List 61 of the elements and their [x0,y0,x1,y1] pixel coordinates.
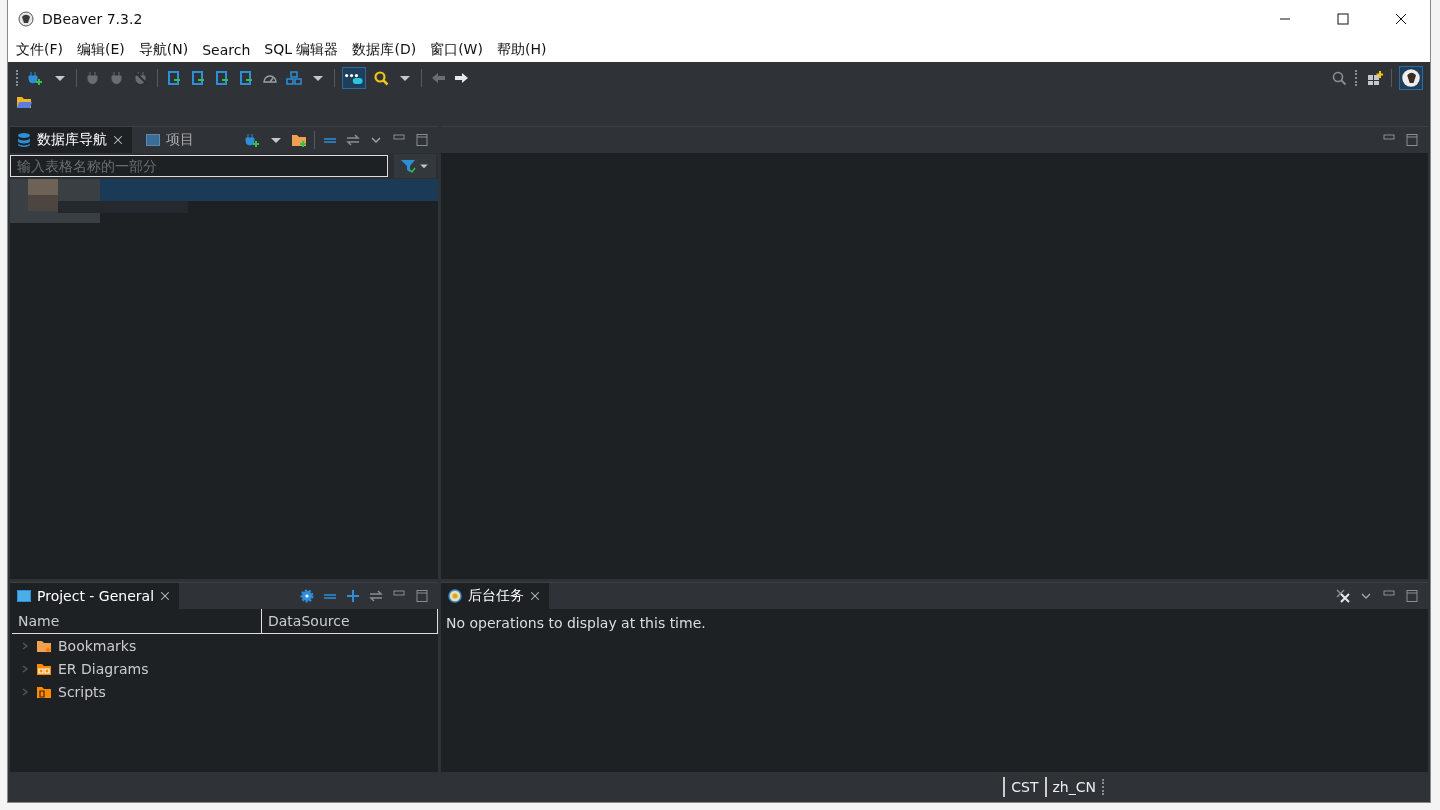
plug-icon[interactable] [85,70,101,86]
panel-tab[interactable]: 数据库导航 [10,127,132,153]
tree-item[interactable]: Bookmarks [58,637,137,654]
forward-arrow-icon[interactable] [454,70,470,86]
maximize-icon [1337,13,1349,25]
document-icon[interactable] [214,70,230,86]
status-item: CST [1003,777,1045,797]
window-icon [145,132,161,148]
menu-item[interactable]: SQL 编辑器 [264,41,339,59]
clear-icon[interactable] [1335,588,1351,604]
tasks-icon [447,588,463,604]
menu-item[interactable]: 窗口(W) [430,41,483,59]
panel-tab[interactable]: Project - General [10,583,180,609]
filter-field[interactable]: 输入表格名称的一部分 [10,155,388,177]
search-icon[interactable] [373,70,389,86]
maximize-icon[interactable] [414,132,430,148]
column-header[interactable]: DataSource [262,609,438,633]
link-icon[interactable] [345,132,361,148]
maximize-icon[interactable] [1404,132,1420,148]
expand-icon[interactable] [345,588,361,604]
close-icon[interactable] [529,590,541,602]
menu-item[interactable]: 导航(N) [138,41,189,59]
search-icon[interactable] [1331,70,1347,86]
close-icon[interactable] [159,590,172,602]
new-connection-icon[interactable] [245,132,261,148]
filter-icon [400,158,416,174]
menu-item[interactable]: 编辑(E) [77,41,125,59]
menu-item[interactable]: Search [202,42,251,58]
plug-icon[interactable] [133,70,149,86]
maximize-icon[interactable] [1404,588,1420,604]
back-arrow-icon[interactable] [430,70,446,86]
beaver-logo-icon[interactable] [1400,67,1422,89]
new-folder-icon[interactable] [291,132,307,148]
boxes-icon[interactable] [286,70,302,86]
tree-item[interactable]: Scripts [58,683,106,700]
menu-item[interactable]: 帮助(H) [496,41,547,59]
toggle-button[interactable] [343,68,365,88]
maximize-icon[interactable] [414,588,430,604]
beaver-logo-icon [18,11,34,27]
status-item: zh_CN [1044,777,1102,797]
add-perspective-icon[interactable] [1367,70,1383,86]
new-connection-icon[interactable] [28,70,44,86]
close-icon [1395,13,1407,25]
document-icon[interactable] [190,70,206,86]
document-icon[interactable] [238,70,254,86]
database-icon [16,132,32,148]
menu-item[interactable]: 数据库(D) [352,41,417,59]
plug-icon[interactable] [109,70,125,86]
window-title: DBeaver 7.3.2 [42,11,143,27]
document-icon[interactable] [166,70,182,86]
tree-item[interactable]: ER Diagrams [58,660,149,677]
folder-icon[interactable] [16,94,32,110]
gear-icon[interactable] [299,588,315,604]
panel-tab[interactable]: 后台任务 [441,583,549,609]
link-icon[interactable] [368,588,384,604]
close-icon[interactable] [112,134,124,146]
filter-button[interactable] [394,154,436,178]
menu-item[interactable]: 文件(F) [16,41,63,59]
empty-message: No operations to display at this time. [445,614,707,633]
column-header[interactable]: Name [12,609,262,633]
window-icon [16,588,32,604]
